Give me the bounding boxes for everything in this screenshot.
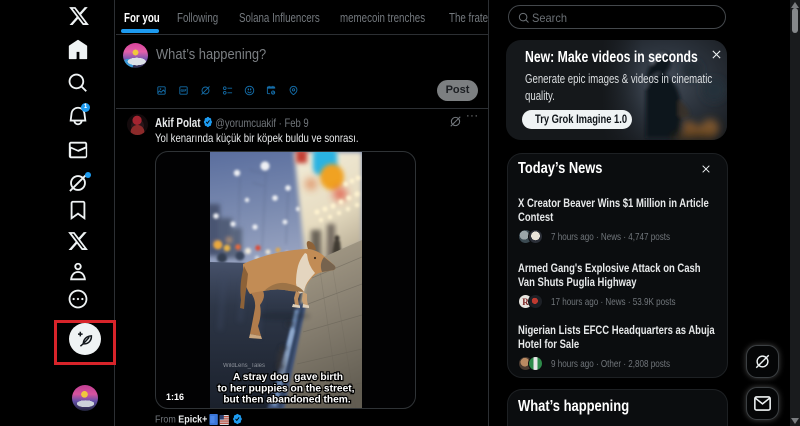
svg-text:A stray dog gave birth: A stray dog gave birth <box>233 372 343 383</box>
svg-text:WildLens_Tales: WildLens_Tales <box>223 363 265 369</box>
svg-text:to her puppies on the street,: to her puppies on the street, <box>218 384 355 395</box>
svg-text:but then abandoned them.: but then abandoned them. <box>223 395 351 406</box>
